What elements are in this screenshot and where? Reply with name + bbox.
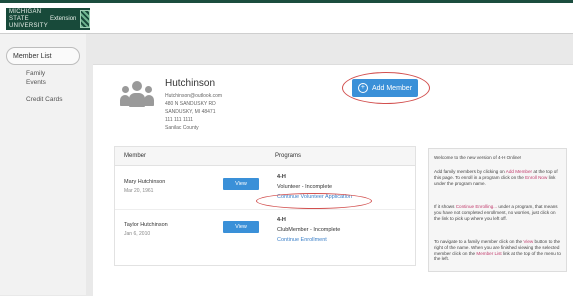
program-status: Volunteer - Incomplete	[277, 184, 333, 190]
sidebar-item-credit-cards[interactable]: Credit Cards	[26, 96, 62, 103]
family-avatar-icon	[120, 80, 154, 108]
continue-enrollment-link[interactable]: Continue Enrollment	[277, 237, 327, 243]
program-status: ClubMember - Incomplete	[277, 227, 341, 233]
household-phone: 111 111 1111	[165, 117, 193, 123]
col-header-programs: Programs	[275, 153, 302, 159]
col-header-member: Member	[124, 153, 147, 159]
household-address-line2: SANDUSKY, MI 48471	[165, 109, 216, 115]
sidebar-item-events[interactable]: Events	[26, 79, 46, 86]
info-navigate-text: To navigate to a family member click on …	[434, 239, 561, 262]
household-county: Sanilac County	[165, 125, 199, 131]
member-birthdate: Mar 20, 1961	[124, 188, 154, 194]
view-member-button[interactable]: View	[223, 221, 259, 233]
view-member-button[interactable]: View	[223, 178, 259, 190]
program-name: 4-H	[277, 217, 286, 223]
info-continue-enrolling-text: If it shows Continue Enrolling... under …	[434, 204, 558, 221]
member-birthdate: Jan 6, 2010	[124, 231, 151, 237]
help-info-panel: Welcome to the new version of 4-H Online…	[428, 148, 567, 272]
sidebar-item-family[interactable]: Family	[26, 70, 45, 77]
household-address-line1: 480 N SANDUSKY RD	[165, 101, 216, 107]
member-list-button[interactable]: Member List	[6, 47, 80, 65]
top-accent-stripe	[0, 0, 573, 3]
info-add-member-text: Add family members by clicking on Add Me…	[434, 169, 558, 186]
highlight-circle-continue-link	[256, 193, 372, 209]
member-name: Mary Hutchinson	[124, 179, 166, 185]
highlight-circle-add-member	[342, 72, 430, 104]
sidebar: Member List Family Events Credit Cards	[0, 34, 86, 295]
table-header: Member Programs	[115, 147, 415, 166]
msu-extension-logo[interactable]: MICHIGAN STATE UNIVERSITY Extension	[6, 8, 90, 30]
logo-extension-text: Extension	[50, 16, 77, 22]
members-table: Member Programs Mary Hutchinson Mar 20, …	[114, 146, 416, 266]
row-divider	[115, 209, 415, 210]
member-name: Taylor Hutchinson	[124, 222, 168, 228]
info-welcome-text: Welcome to the new version of 4-H Online…	[434, 155, 522, 160]
4h-clover-icon	[80, 10, 90, 28]
logo-university-text: MICHIGAN STATE UNIVERSITY	[9, 8, 49, 29]
household-name: Hutchinson	[165, 78, 216, 89]
program-name: 4-H	[277, 174, 286, 180]
top-bar: MICHIGAN STATE UNIVERSITY Extension	[0, 0, 573, 34]
household-email: Hutchinson@outlook.com	[165, 93, 223, 99]
